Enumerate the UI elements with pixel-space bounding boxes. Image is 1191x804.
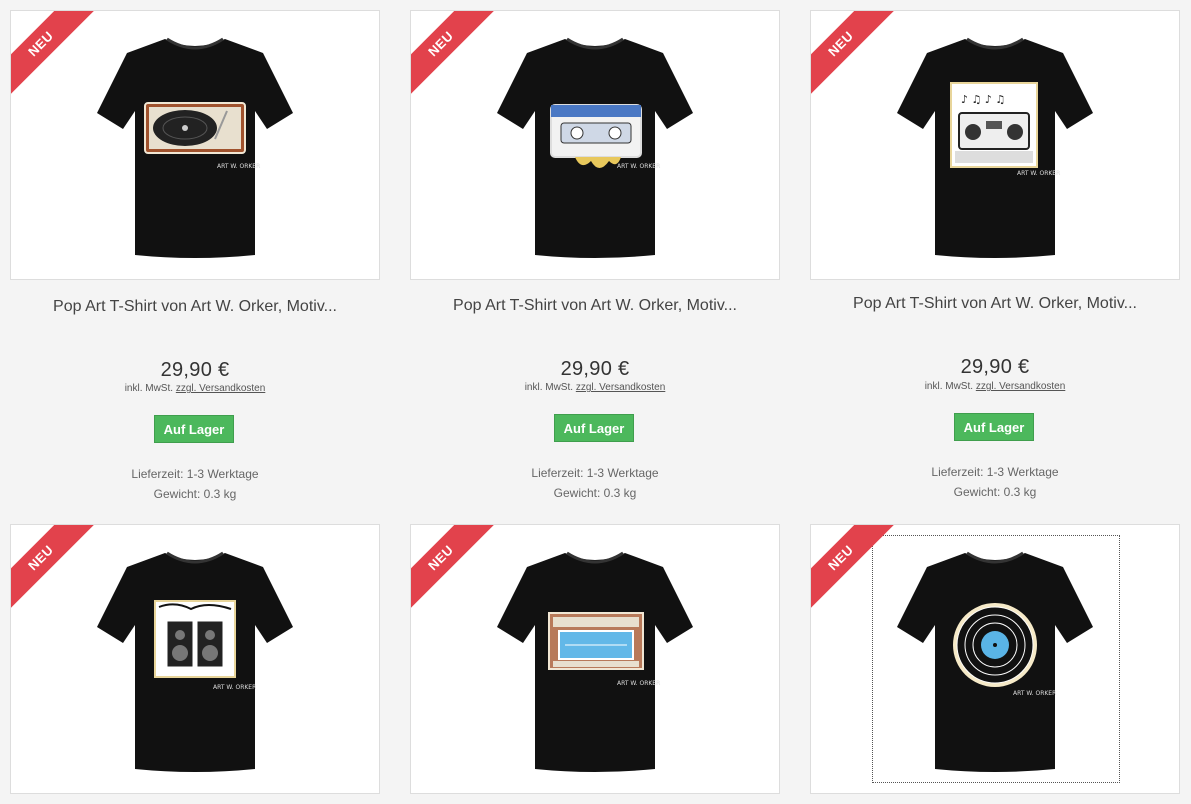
product-price: 29,90 € [960, 356, 1030, 378]
tax-prefix: inkl. MwSt. [524, 382, 574, 393]
weight-info: Gewicht: 0.3 kg [953, 485, 1037, 499]
new-badge-label: NEU [11, 525, 99, 614]
shipping-costs-link[interactable]: zzgl. Versandkosten [176, 383, 266, 394]
product-price: 29,90 € [160, 359, 230, 381]
tshirt-image: ART W. ORKER [497, 551, 693, 772]
svg-text:ART W. ORKER: ART W. ORKER [217, 163, 260, 170]
product-image-link[interactable]: NEU ART W. ORKER [410, 10, 780, 280]
new-badge: NEU [411, 525, 499, 614]
stock-status-badge: Auf Lager [154, 415, 234, 443]
product-price: 29,90 € [560, 358, 630, 380]
new-badge: NEU [411, 11, 499, 100]
stock-status-badge: Auf Lager [554, 414, 634, 442]
tshirt-image: ART W. ORKER [97, 551, 293, 772]
delivery-time: Lieferzeit: 1-3 Werktage [131, 467, 259, 481]
tshirt-image: ♪ ♫ ♪ ♫ ART W. ORKER [897, 37, 1093, 258]
tax-info: inkl. MwSt. zzgl. Versandkosten [810, 381, 1180, 392]
new-badge-label: NEU [411, 11, 499, 100]
tax-info: inkl. MwSt. zzgl. Versandkosten [10, 383, 380, 394]
product-image-link[interactable]: NEU ART W. ORKER [410, 524, 780, 794]
boombox-icon: ♪ ♫ ♪ ♫ [950, 82, 1038, 168]
tshirt-image: ART W. ORKER [97, 37, 293, 258]
svg-text:ART W. ORKER: ART W. ORKER [617, 680, 660, 687]
product-image-link[interactable]: NEU ART W. ORKER [10, 524, 380, 794]
new-badge-label: NEU [811, 11, 899, 100]
new-badge: NEU [11, 11, 99, 100]
delivery-time: Lieferzeit: 1-3 Werktage [931, 465, 1059, 479]
speakers-icon [154, 600, 236, 678]
product-image-link[interactable]: NEU ♪ ♫ ♪ ♫ ART W. ORKER [810, 10, 1180, 280]
new-badge: NEU [11, 525, 99, 614]
weight-info: Gewicht: 0.3 kg [153, 487, 237, 501]
new-badge-label: NEU [411, 525, 499, 614]
product-image-link[interactable]: NEU ART W. ORKER [810, 524, 1180, 794]
new-badge-label: NEU [811, 525, 899, 614]
new-badge: NEU [811, 11, 899, 100]
tax-prefix: inkl. MwSt. [124, 383, 174, 394]
svg-text:ART W. ORKER: ART W. ORKER [213, 684, 256, 691]
weight-info: Gewicht: 0.3 kg [553, 486, 637, 500]
svg-text:♪ ♫ ♪ ♫: ♪ ♫ ♪ ♫ [961, 93, 1005, 106]
shipping-costs-link[interactable]: zzgl. Versandkosten [576, 382, 666, 393]
stock-status-badge: Auf Lager [954, 413, 1034, 441]
shipping-costs-link[interactable]: zzgl. Versandkosten [976, 381, 1066, 392]
tax-prefix: inkl. MwSt. [924, 381, 974, 392]
stereo-icon [548, 612, 644, 670]
new-badge-label: NEU [11, 11, 99, 100]
svg-text:ART W. ORKER: ART W. ORKER [617, 163, 660, 170]
tax-info: inkl. MwSt. zzgl. Versandkosten [410, 382, 780, 393]
svg-text:ART W. ORKER: ART W. ORKER [1017, 170, 1060, 177]
product-image-link[interactable]: NEU ART W. ORKER [10, 10, 380, 280]
product-title-link[interactable]: Pop Art T-Shirt von Art W. Orker, Motiv.… [810, 295, 1180, 313]
new-badge: NEU [811, 525, 899, 614]
delivery-time: Lieferzeit: 1-3 Werktage [531, 466, 659, 480]
product-title-link[interactable]: Pop Art T-Shirt von Art W. Orker, Motiv.… [410, 297, 780, 315]
focus-outline [872, 535, 1120, 783]
tshirt-image: ART W. ORKER [497, 37, 693, 258]
product-title-link[interactable]: Pop Art T-Shirt von Art W. Orker, Motiv.… [10, 298, 380, 316]
turntable-icon [144, 102, 246, 154]
